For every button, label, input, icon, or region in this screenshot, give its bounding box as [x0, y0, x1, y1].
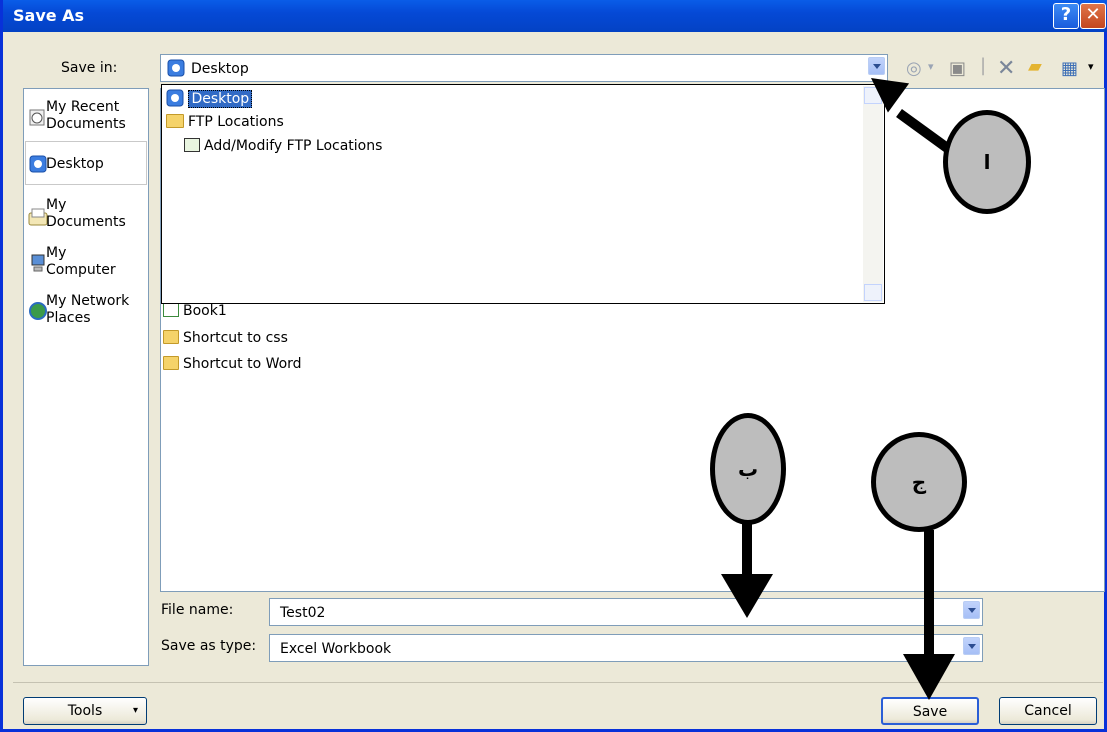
cancel-button[interactable]: Cancel — [999, 697, 1097, 725]
place-label: Desktop — [46, 156, 104, 172]
place-my-documents[interactable]: My Documents — [26, 197, 146, 237]
place-desktop[interactable]: Desktop — [25, 141, 147, 185]
file-label: Shortcut to Word — [183, 356, 302, 372]
desktop-icon — [167, 59, 185, 77]
file-name-input[interactable]: Test02 — [280, 605, 325, 621]
place-my-computer[interactable]: My Computer — [26, 245, 146, 285]
new-folder-icon[interactable]: ▰ — [1028, 56, 1042, 77]
save-label: Save — [912, 704, 948, 720]
callout-c-arrow — [924, 530, 934, 658]
folder-shortcut-icon — [163, 330, 179, 344]
callout-c: ج — [871, 432, 967, 532]
file-item-shortcut-word[interactable]: Shortcut to Word — [163, 356, 302, 372]
scroll-down-button[interactable] — [864, 284, 882, 301]
callout-b: ب — [710, 413, 786, 525]
place-label: My Recent Documents — [46, 99, 126, 132]
save-in-dropdown-list[interactable]: Desktop FTP Locations Add/Modify FTP Loc… — [161, 84, 885, 304]
excel-file-icon — [163, 303, 179, 317]
callout-b-label: ب — [737, 457, 759, 481]
save-in-value: Desktop — [191, 61, 249, 77]
recent-documents-icon — [29, 109, 45, 126]
file-item-shortcut-css[interactable]: Shortcut to css — [163, 330, 288, 346]
place-network-places[interactable]: My Network Places — [26, 293, 146, 333]
folder-icon — [166, 114, 184, 128]
save-in-label: Save in: — [61, 60, 118, 76]
save-as-type-dropdown-arrow[interactable] — [963, 637, 980, 655]
desktop-icon — [166, 89, 184, 107]
dropdown-item-label: Add/Modify FTP Locations — [204, 138, 383, 154]
file-name-dropdown-arrow[interactable] — [963, 601, 980, 619]
dropdown-item-label: FTP Locations — [188, 114, 284, 130]
network-places-icon — [29, 302, 47, 320]
tools-label: Tools — [67, 703, 103, 719]
delete-icon[interactable]: ✕ — [997, 56, 1015, 81]
place-label: My Documents — [46, 197, 126, 230]
views-dropdown-icon[interactable]: ▾ — [1088, 60, 1094, 73]
callout-b-arrowhead — [721, 574, 773, 618]
save-in-combo[interactable]: Desktop — [160, 54, 888, 82]
dropdown-item-label: Desktop — [188, 90, 253, 108]
file-name-combo[interactable]: Test02 — [269, 598, 983, 626]
callout-c-arrowhead — [903, 654, 955, 700]
place-recent-documents[interactable]: My Recent Documents — [26, 99, 146, 139]
cancel-label: Cancel — [1024, 703, 1072, 719]
chevron-down-icon: ▾ — [132, 705, 138, 716]
places-bar: My Recent Documents Desktop My Documents… — [23, 88, 149, 666]
callout-b-arrow — [742, 522, 752, 582]
dropdown-item-ftp-locations[interactable]: FTP Locations — [166, 114, 284, 130]
title-bar[interactable]: Save As ? ✕ — [3, 0, 1107, 32]
dropdown-item-add-modify-ftp[interactable]: Add/Modify FTP Locations — [184, 138, 382, 154]
file-item-book1[interactable]: Book1 — [163, 303, 227, 319]
place-label: My Network Places — [46, 293, 130, 326]
views-icon[interactable]: ▦ — [1061, 58, 1078, 79]
callout-a: ا — [943, 110, 1031, 214]
file-label: Shortcut to css — [183, 330, 288, 346]
folder-shortcut-icon — [163, 356, 179, 370]
place-label: My Computer — [46, 245, 116, 278]
file-name-label: File name: — [161, 602, 234, 618]
file-label: Book1 — [183, 303, 227, 319]
callout-c-label: ج — [911, 470, 927, 494]
save-as-dialog: Save As ? ✕ Save in: Desktop ◎ ▾ ▣ | ✕ ▰… — [0, 0, 1107, 732]
my-computer-icon — [31, 254, 45, 272]
tools-button[interactable]: Tools ▾ — [23, 697, 147, 725]
help-button[interactable]: ? — [1053, 3, 1079, 29]
dialog-title: Save As — [13, 6, 85, 25]
save-button[interactable]: Save — [881, 697, 979, 725]
my-documents-icon — [28, 208, 48, 226]
save-as-type-value: Excel Workbook — [280, 641, 392, 657]
ftp-add-icon — [184, 138, 200, 152]
save-as-type-select[interactable]: Excel Workbook — [269, 634, 983, 662]
callout-a-label: ا — [983, 150, 991, 174]
close-button[interactable]: ✕ — [1080, 3, 1106, 29]
desktop-icon — [29, 155, 47, 173]
dropdown-item-desktop[interactable]: Desktop — [166, 89, 253, 109]
save-as-type-label: Save as type: — [161, 638, 257, 654]
